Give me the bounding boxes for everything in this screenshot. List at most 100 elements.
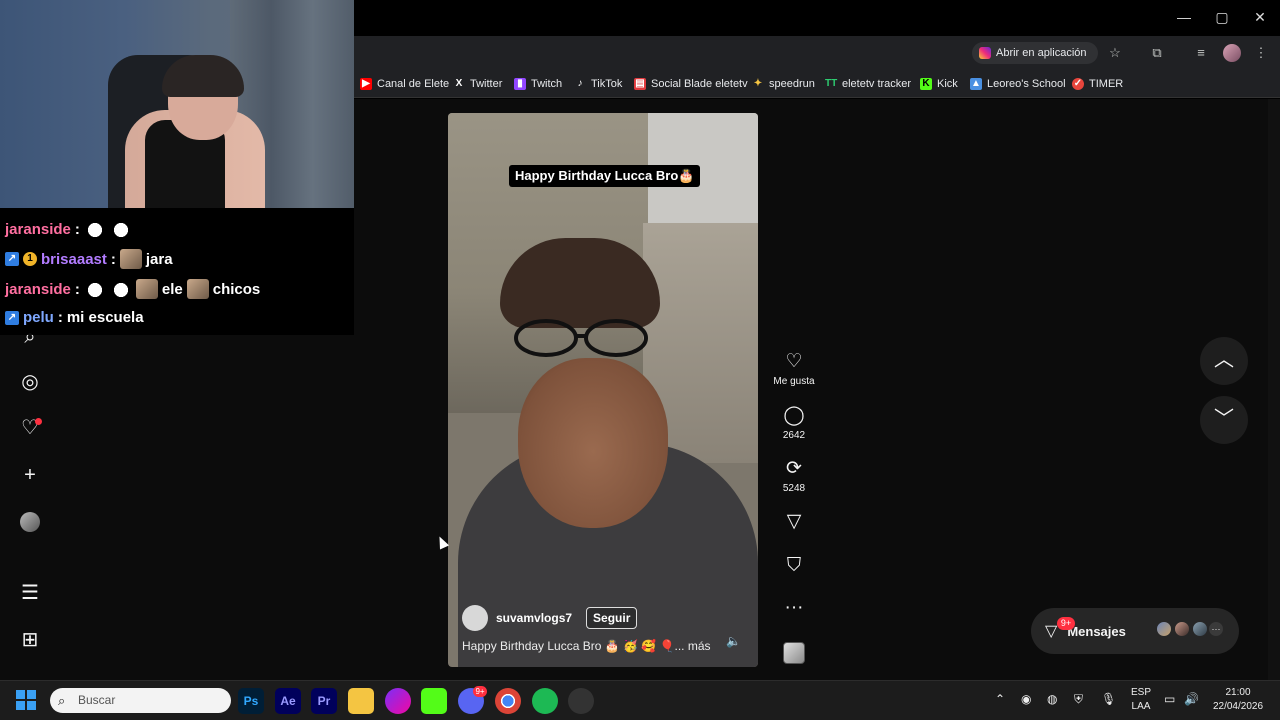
more-options[interactable]: ··· [768,596,820,620]
bookmark-tiktok[interactable]: ♪ TikTok [574,76,623,92]
after-effects-icon[interactable]: Ae [275,688,301,714]
comment-icon[interactable]: ◯ [768,404,820,428]
kick-icon: K [920,78,932,90]
volume-icon[interactable]: 🔊 [1184,692,1199,706]
bookmark-speedrun[interactable]: ✦ speedrun [752,76,815,92]
bookmark-leoreos-school[interactable]: ▲ Leoreo's School [970,76,1066,92]
premiere-icon[interactable]: Pr [311,688,337,714]
youtube-icon: ▶ [360,78,372,90]
create-plus-icon[interactable]: + [18,463,42,487]
chevron-down-icon: ﹀ [1214,408,1234,430]
heart-icon[interactable]: ♡ [768,350,820,374]
taskbar-clock[interactable]: 21:00 22/04/2026 [1203,686,1273,714]
save-action[interactable]: ⛉ [768,554,820,578]
canva-icon[interactable] [385,688,411,714]
taskbar-search[interactable]: ⌕ Buscar [50,688,231,713]
comments-count: 2642 [782,430,806,441]
volume-icon[interactable]: 🔈 [726,634,741,648]
kick-app-icon[interactable] [421,688,447,714]
next-reel-button[interactable]: ﹀ [1200,396,1248,444]
maximize-button[interactable]: ▢ [1204,6,1240,28]
follow-button[interactable]: Seguir [586,607,638,629]
microphone-icon[interactable]: 🎙 [1101,692,1116,706]
author-avatar[interactable] [462,605,488,631]
repost-action[interactable]: ⟳ 5248 [768,457,820,494]
taskbar-search-placeholder: Buscar [78,693,116,707]
like-action[interactable]: ♡ Me gusta [768,350,820,387]
tray-overflow-icon[interactable]: ⌃ [995,692,1005,706]
security-tray-icon[interactable]: ⛨ [1074,692,1083,707]
obs-icon[interactable] [568,688,594,714]
profile-avatar[interactable] [1223,44,1241,62]
reel-video[interactable]: Happy Birthday Lucca Bro🎂 suvamvlogs7 Se… [448,113,758,667]
send-icon[interactable]: ▽ [768,510,820,534]
repost-icon[interactable]: ⟳ [768,457,820,481]
bookmark-star-icon[interactable]: ☆ [1106,44,1124,62]
open-in-app-button[interactable]: Abrir en aplicación [972,42,1098,64]
chrome-icon[interactable] [495,688,521,714]
bookmark-icon[interactable]: ⛉ [768,554,820,578]
page-scrollbar[interactable] [1268,99,1280,680]
instagram-icon [979,47,991,59]
minimize-button[interactable]: — [1166,6,1202,28]
chat-text: ele [161,280,183,298]
cat-emote-icon [83,279,106,299]
chat-text: jara [145,250,173,268]
chat-message: ↗ pelu: mi escuela [5,309,144,326]
network-icon[interactable]: ▭ [1164,692,1175,706]
timer-icon: ✓ [1072,78,1084,90]
audio-thumbnail[interactable] [783,642,805,664]
bookmark-canal-de-elete[interactable]: ▶ Canal de Elete [360,76,449,92]
spotify-icon[interactable] [532,688,558,714]
reel-author: suvamvlogs7 Seguir [462,605,638,631]
address-bar [354,36,1280,70]
chevron-up-icon: ︿ [1214,349,1234,371]
bookmark-twitter[interactable]: X Twitter [453,76,503,92]
photo-emote-icon [186,279,209,299]
share-action[interactable]: ▽ [768,510,820,534]
close-button[interactable]: ✕ [1242,6,1278,28]
previous-reel-button[interactable]: ︿ [1200,337,1248,385]
messages-label: Mensajes [1067,623,1126,639]
like-label: Me gusta [773,376,815,387]
messages-button[interactable]: ▽ Mensajes ··· [1031,608,1239,654]
explore-icon[interactable]: ◎ [18,370,42,394]
bookmark-timer[interactable]: ✓ TIMER [1072,76,1123,92]
author-username[interactable]: suvamvlogs7 [496,611,572,625]
reel-overlay-title: Happy Birthday Lucca Bro🎂 [509,165,701,187]
bookmark-kick[interactable]: K Kick [920,76,958,92]
search-icon: ⌕ [58,693,66,708]
discord-tray-icon[interactable]: ◉ [1021,692,1031,706]
more-menu-icon[interactable]: ☰ [18,581,42,605]
media-control-icon[interactable]: ≡ [1192,44,1210,62]
clock-time: 21:00 [1225,687,1251,698]
clock-date: 22/04/2026 [1212,701,1264,712]
language-layout: LAA [1131,701,1151,712]
stream-chat-overlay: jaranside: ↗ 1 brisaaast: jara jaranside… [0,208,354,335]
chat-message: jaranside: ele chicos [5,279,261,299]
windows-start-icon[interactable] [16,690,36,710]
chat-username: jaranside [5,280,71,298]
bookmark-eletetv-tracker[interactable]: TT eletetv tracker [825,76,911,92]
open-in-app-label: Abrir en aplicación [996,47,1087,59]
x-icon: X [455,78,463,89]
bookmark-social-blade[interactable]: ▤ Social Blade eletetv [634,76,748,92]
reel-description[interactable]: Happy Birthday Lucca Bro 🎂 🥳 🥰 🎈... más [462,639,711,653]
extensions-icon[interactable]: ⧉ [1148,44,1166,62]
tracker-icon: TT [825,78,838,89]
more-dots-icon[interactable]: ··· [768,596,820,620]
menu-kebab-icon[interactable]: ⋮ [1252,44,1270,62]
input-language[interactable]: ESP LAA [1126,686,1156,714]
comment-action[interactable]: ◯ 2642 [768,404,820,441]
file-explorer-icon[interactable] [348,688,374,714]
socialblade-icon: ▤ [634,78,646,90]
photoshop-icon[interactable]: Ps [238,688,264,714]
bookmark-twitch[interactable]: ▮ Twitch [514,76,562,92]
profile-avatar-nav[interactable] [20,512,40,532]
also-from-meta-icon[interactable]: ⊞ [18,628,42,652]
bookmarks-bar: ▶ Canal de Elete X Twitter ▮ Twitch ♪ TikTok… [354,70,1280,98]
chat-text: chicos [212,280,261,298]
steam-tray-icon[interactable]: ◍ [1047,692,1057,706]
language-code: ESP [1130,687,1151,698]
photo-emote-icon [119,249,142,269]
